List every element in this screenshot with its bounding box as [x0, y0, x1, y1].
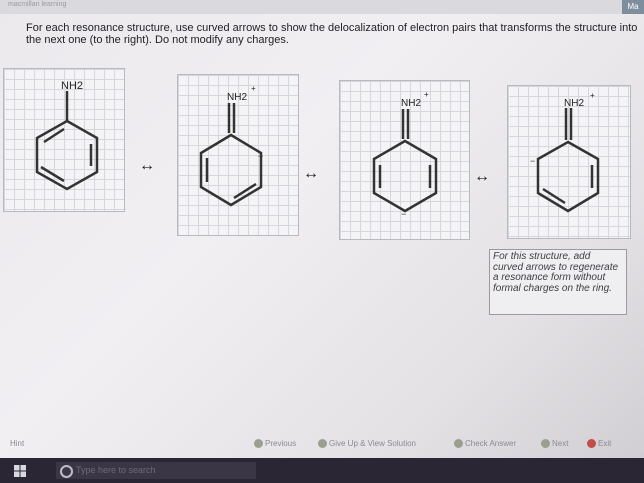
- check-icon: [454, 439, 463, 449]
- svg-text:−: −: [401, 209, 406, 219]
- next-icon: [541, 439, 550, 449]
- svg-text:−: −: [530, 156, 535, 166]
- app-header: macmillan learning Ma: [0, 0, 644, 14]
- resonance-arrow-2: ↔: [303, 165, 319, 182]
- windows-start-icon[interactable]: [14, 465, 26, 477]
- aniline-structure: NH2: [35, 80, 99, 191]
- iminium-structure-1: − NH2 +: [199, 84, 263, 207]
- iminium-structure-3: − NH2 +: [530, 91, 600, 213]
- menu-button[interactable]: Ma: [622, 0, 644, 14]
- previous-icon: [254, 439, 263, 449]
- give-up-button[interactable]: Give Up & View Solution: [318, 439, 416, 449]
- give-up-icon: [318, 439, 327, 449]
- previous-button[interactable]: Previous: [254, 439, 296, 449]
- plus-charge: +: [251, 84, 256, 93]
- nh2-label: NH2: [401, 98, 421, 109]
- question-navigation: Hint Previous Give Up & View Solution Ch…: [0, 432, 644, 454]
- structure-note: For this structure, add curved arrows to…: [489, 249, 627, 315]
- resonance-arrow-3: ↔: [474, 168, 490, 185]
- svg-text:−: −: [258, 151, 263, 161]
- nh2-label: NH2: [564, 98, 584, 109]
- taskbar-search-input[interactable]: Type here to search: [56, 462, 256, 479]
- next-button[interactable]: Next: [541, 439, 568, 449]
- exit-icon: [587, 439, 596, 449]
- search-icon: [60, 465, 73, 478]
- structure-canvas-4[interactable]: − NH2 +: [507, 85, 631, 239]
- structure-canvas-2[interactable]: − NH2 +: [177, 74, 299, 236]
- hint-link[interactable]: Hint: [10, 439, 24, 448]
- os-taskbar: Type here to search: [0, 458, 644, 483]
- nh2-label: NH2: [61, 80, 83, 92]
- check-answer-button[interactable]: Check Answer: [454, 439, 516, 449]
- structure-canvas-1[interactable]: NH2: [3, 68, 125, 212]
- exit-button[interactable]: Exit: [587, 439, 611, 449]
- resonance-arrow-1: ↔: [139, 157, 155, 174]
- brand-logo: macmillan learning: [8, 1, 67, 8]
- nh2-label: NH2: [227, 92, 247, 103]
- structure-canvas-3[interactable]: − NH2 +: [339, 80, 470, 240]
- question-instructions: For each resonance structure, use curved…: [26, 22, 638, 46]
- plus-charge: +: [590, 91, 595, 100]
- plus-charge: +: [424, 90, 429, 99]
- iminium-structure-2: − NH2 +: [372, 90, 438, 219]
